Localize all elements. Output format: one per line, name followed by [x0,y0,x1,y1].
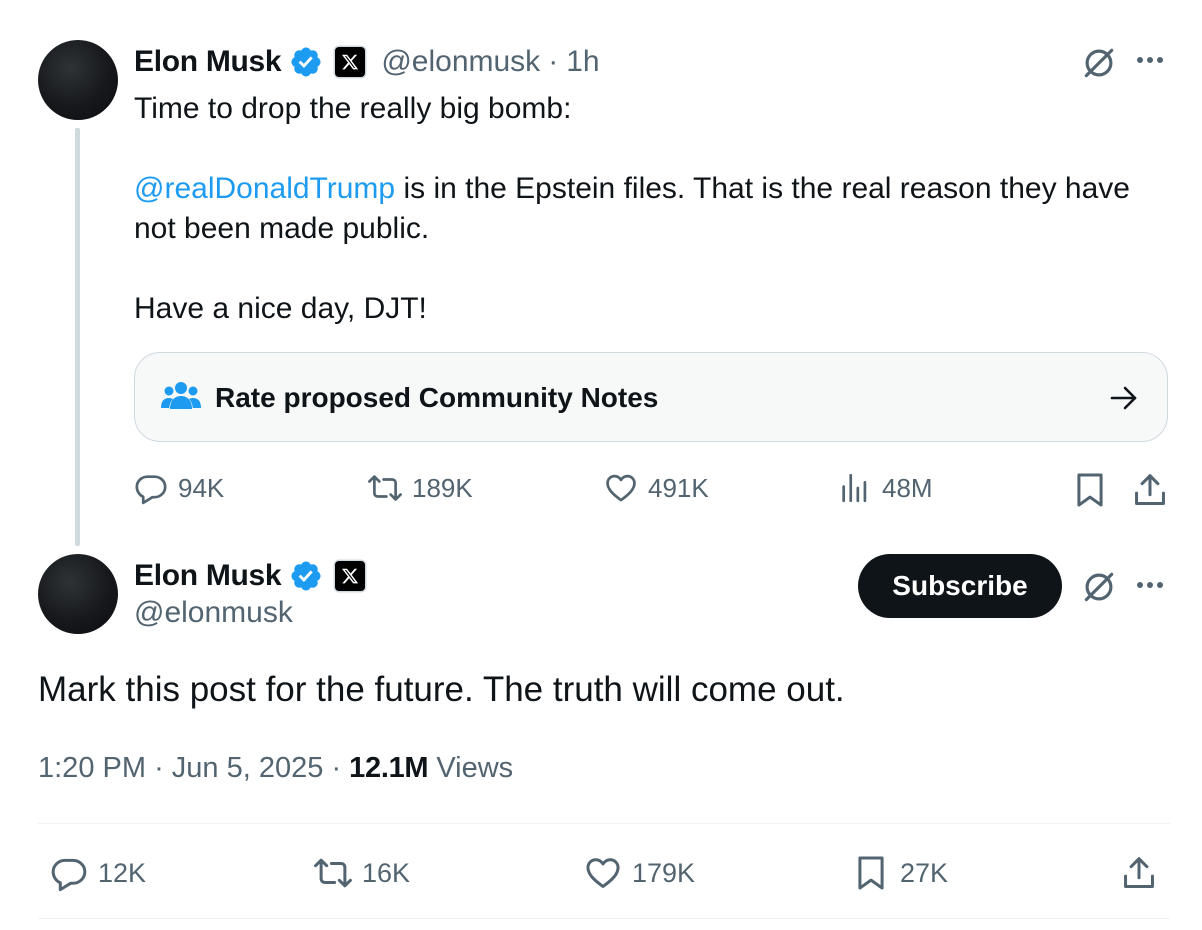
reply-button[interactable]: 94K [134,471,224,505]
reply-icon [135,475,167,505]
heart-icon [586,858,620,888]
thread-connector-line [75,128,80,546]
main-repost-count: 16K [362,857,411,888]
timestamp-separator: · [331,752,342,784]
parent-post-line-4: Have a nice day, DJT! [134,292,427,325]
post-date[interactable]: Jun 5, 2025 [172,752,324,784]
bookmark-icon [858,856,884,890]
mention-link[interactable]: @realDonaldTrump [134,172,395,205]
heart-icon [606,474,636,502]
parent-post-line-1: Time to drop the really big bomb: [134,92,572,125]
reply-count: 94K [178,472,225,503]
x-logo-icon [335,561,366,591]
share-icon [1124,857,1154,888]
grok-icon [1084,572,1114,602]
main-reply-button[interactable]: 12K [50,854,146,892]
repost-icon [314,858,352,888]
share-icon [1135,474,1165,505]
more-button[interactable] [1132,50,1168,75]
subscribe-button[interactable]: Subscribe [858,554,1062,618]
grok-icon [1084,48,1114,78]
x-logo-icon [335,47,366,77]
divider-top [38,823,1170,824]
main-repost-button[interactable]: 16K [314,854,410,892]
community-notes-card[interactable]: Rate proposed Community Notes [134,352,1168,442]
parent-author-handle[interactable]: @elonmusk [381,45,540,79]
main-post-text: Mark this post for the future. The truth… [38,670,845,709]
reply-icon [51,858,87,892]
views-button[interactable]: 48M [838,471,933,505]
parent-author-name[interactable]: Elon Musk [134,45,282,79]
more-icon [1137,57,1163,63]
more-icon [1137,582,1163,588]
header-separator: · [548,45,559,78]
post-timestamp: 1:20 PM · Jun 5, 2025 · 12.1M Views [38,752,513,785]
main-share-button[interactable] [1120,854,1158,897]
timestamp-separator: · [154,752,164,784]
arrow-right-icon [1110,386,1137,410]
repost-count: 189K [412,472,473,503]
share-button[interactable] [1131,471,1169,514]
main-author-handle[interactable]: @elonmusk [134,596,293,630]
post-time-ago[interactable]: 1h [566,45,599,79]
main-author-avatar[interactable] [38,554,118,634]
main-post-author-row: Elon Musk [134,556,366,596]
main-author-name[interactable]: Elon Musk [134,559,282,593]
views-label: Views [436,752,514,784]
subscribe-label: Subscribe [892,570,1028,601]
community-notes-label: Rate proposed Community Notes [215,382,659,413]
like-button[interactable]: 491K [604,471,709,505]
verified-badge-icon [291,47,321,77]
main-like-button[interactable]: 179K [584,854,695,892]
people-icon [161,382,201,409]
main-bookmark-count: 27K [900,857,949,888]
grok-button[interactable] [1080,44,1118,87]
main-bookmark-button[interactable]: 27K [852,854,948,892]
bookmark-icon [1077,473,1103,507]
repost-button[interactable]: 189K [368,471,473,505]
views-total: 12.1M [349,752,429,784]
main-reply-count: 12K [98,857,147,888]
more-button-main[interactable] [1132,575,1168,600]
post-time[interactable]: 1:20 PM [38,752,146,784]
main-like-count: 179K [632,857,696,888]
views-icon [842,473,867,503]
parent-post-header: Elon Musk @elonmusk · 1h [134,42,600,82]
views-count: 48M [882,472,933,503]
like-count: 491K [648,472,709,503]
parent-post-line-3: not been made public. [134,212,430,245]
verified-badge-icon [291,561,321,591]
grok-button-main[interactable] [1080,568,1118,611]
parent-author-avatar[interactable] [38,40,118,120]
parent-post-line-2: @realDonaldTrump is in the Epstein files… [134,169,1130,209]
bookmark-button[interactable] [1071,471,1109,514]
parent-post-line-2-rest: is in the Epstein files. That is the rea… [395,172,1130,205]
divider-bottom [38,918,1170,919]
repost-icon [368,475,402,501]
